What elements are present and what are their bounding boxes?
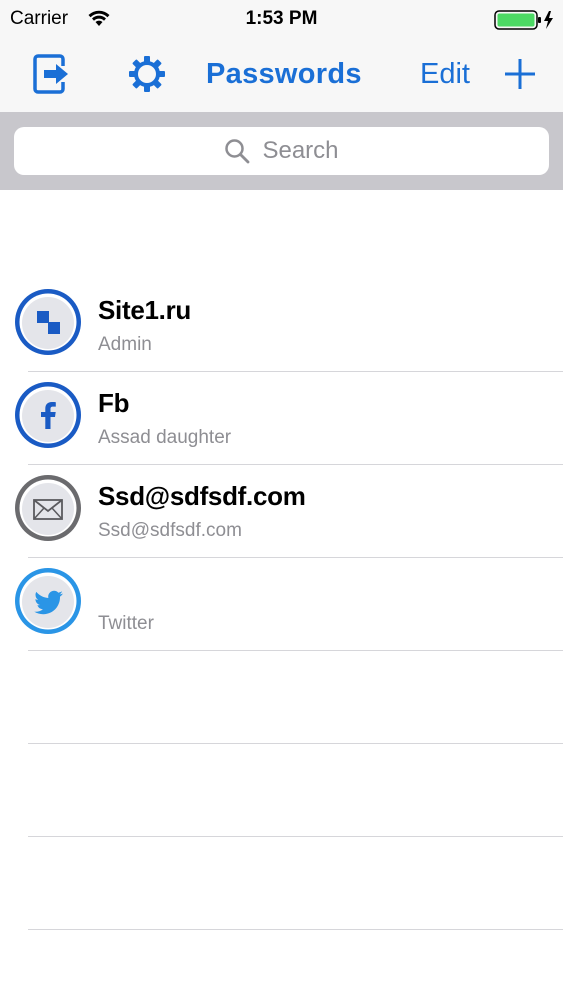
site-icon (15, 289, 81, 355)
clock: 1:53 PM (245, 8, 318, 29)
empty-row (28, 744, 563, 837)
entry-title: Fb (98, 388, 130, 418)
twitter-icon (15, 568, 81, 634)
plus-icon[interactable] (503, 57, 537, 91)
empty-row (28, 651, 563, 744)
list-item[interactable]: Fb Assad daughter (15, 372, 563, 465)
battery-icon (494, 10, 553, 30)
list-item[interactable]: Site1.ru Admin (15, 279, 563, 372)
logout-icon[interactable] (32, 52, 72, 96)
empty-row (28, 837, 563, 930)
entry-subtitle: Twitter (98, 613, 154, 634)
navigation-bar: Passwords Edit (0, 38, 563, 112)
edit-button[interactable]: Edit (420, 58, 470, 91)
search-input[interactable]: Search (14, 127, 549, 175)
mail-icon (15, 475, 81, 541)
search-bar: Search (0, 112, 563, 190)
list-item[interactable]: Ssd@sdfsdf.com Ssd@sdfsdf.com (15, 465, 563, 558)
status-bar: Carrier 1:53 PM (0, 0, 563, 38)
entry-title: Ssd@sdfsdf.com (98, 481, 306, 511)
entry-subtitle: Admin (98, 334, 152, 355)
list-item[interactable]: Twitter (15, 558, 563, 651)
password-list: Site1.ru Admin Fb Assad daughter Ssd@sdf… (0, 279, 563, 930)
entry-title: Site1.ru (98, 295, 191, 325)
search-placeholder: Search (262, 137, 339, 164)
gear-icon[interactable] (128, 55, 166, 93)
facebook-icon (15, 382, 81, 448)
entry-subtitle: Assad daughter (98, 427, 232, 448)
search-icon (225, 139, 250, 164)
page-title: Passwords (206, 58, 362, 90)
entry-subtitle: Ssd@sdfsdf.com (98, 520, 242, 541)
